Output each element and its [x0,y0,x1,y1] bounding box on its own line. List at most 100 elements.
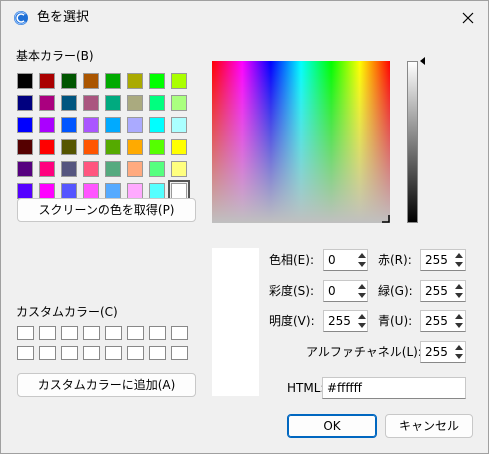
title-bar: 色を選択 [1,1,488,35]
custom-color-swatch[interactable] [105,346,122,360]
basic-color-swatch[interactable] [105,183,121,199]
basic-color-swatch[interactable] [83,161,99,177]
basic-color-swatch[interactable] [17,161,33,177]
spin-arrows-icon [455,284,463,298]
basic-color-swatch[interactable] [17,95,33,111]
pick-screen-color-button[interactable]: スクリーンの色を取得(P) [17,198,196,222]
custom-color-swatch[interactable] [83,346,100,360]
basic-color-swatch[interactable] [168,180,190,202]
custom-color-swatch[interactable] [61,346,78,360]
basic-color-swatch[interactable] [127,139,143,155]
basic-color-swatch[interactable] [105,117,121,133]
basic-color-swatch[interactable] [17,117,33,133]
custom-color-swatch[interactable] [39,326,56,340]
basic-color-swatch[interactable] [127,161,143,177]
red-label: 赤(R): [378,253,412,267]
app-logo-icon [13,10,29,26]
basic-color-swatch[interactable] [105,73,121,89]
custom-colors-grid [17,326,188,360]
alpha-spinner[interactable] [453,342,465,362]
green-spinner[interactable] [453,281,465,301]
custom-color-swatch[interactable] [17,326,34,340]
value-spinner[interactable] [356,311,368,331]
add-custom-color-button[interactable]: カスタムカラーに追加(A) [17,373,196,397]
basic-colors-grid [17,73,190,202]
hue-saturation-picker[interactable] [212,61,390,223]
basic-color-swatch[interactable] [171,95,187,111]
basic-color-swatch[interactable] [39,73,55,89]
basic-color-swatch[interactable] [83,73,99,89]
basic-color-swatch[interactable] [83,139,99,155]
basic-color-swatch[interactable] [171,139,187,155]
color-dialog: 色を選択 基本カラー(B) スクリーンの色を取得(P) カスタムカラー(C) カ… [0,0,489,454]
basic-color-swatch[interactable] [127,183,143,199]
blue-spinner[interactable] [453,311,465,331]
basic-color-swatch[interactable] [61,73,77,89]
basic-color-swatch[interactable] [39,117,55,133]
custom-color-swatch[interactable] [83,326,100,340]
custom-color-swatch[interactable] [17,346,34,360]
custom-color-swatch[interactable] [171,346,188,360]
custom-color-swatch[interactable] [127,346,144,360]
custom-colors-label: カスタムカラー(C) [16,305,118,319]
dialog-title: 色を選択 [37,10,90,25]
basic-color-swatch[interactable] [17,183,33,199]
value-label: 明度(V): [269,314,315,328]
luminance-arrow-icon[interactable] [420,57,425,65]
spin-arrows-icon [358,253,366,267]
basic-color-swatch[interactable] [39,95,55,111]
custom-color-swatch[interactable] [171,326,188,340]
basic-color-swatch[interactable] [171,161,187,177]
green-label: 緑(G): [378,284,413,298]
basic-color-swatch[interactable] [17,139,33,155]
basic-color-swatch[interactable] [127,95,143,111]
basic-color-swatch[interactable] [105,161,121,177]
basic-color-swatch[interactable] [171,117,187,133]
blue-label: 青(U): [378,314,413,328]
luminance-slider[interactable] [407,61,418,223]
hue-spinner[interactable] [356,250,368,270]
basic-color-swatch[interactable] [149,117,165,133]
custom-color-swatch[interactable] [127,326,144,340]
basic-color-swatch[interactable] [83,183,99,199]
spin-arrows-icon [358,314,366,328]
html-input[interactable]: #ffffff [322,377,466,399]
basic-color-swatch[interactable] [61,95,77,111]
basic-color-swatch[interactable] [83,95,99,111]
basic-color-swatch[interactable] [39,161,55,177]
saturation-spinner[interactable] [356,281,368,301]
basic-color-swatch[interactable] [149,139,165,155]
basic-color-swatch[interactable] [171,73,187,89]
basic-color-swatch[interactable] [149,95,165,111]
basic-color-swatch[interactable] [61,139,77,155]
custom-color-swatch[interactable] [149,346,166,360]
close-icon [462,12,474,24]
hue-label: 色相(E): [269,253,314,267]
color-preview [212,248,259,396]
spin-arrows-icon [455,253,463,267]
custom-color-swatch[interactable] [61,326,78,340]
custom-color-swatch[interactable] [105,326,122,340]
basic-color-swatch[interactable] [39,139,55,155]
basic-color-swatch[interactable] [61,117,77,133]
basic-color-swatch[interactable] [83,117,99,133]
basic-color-swatch[interactable] [105,95,121,111]
basic-color-swatch[interactable] [39,183,55,199]
basic-color-swatch[interactable] [127,117,143,133]
basic-color-swatch[interactable] [149,73,165,89]
custom-color-swatch[interactable] [149,326,166,340]
basic-color-swatch[interactable] [61,161,77,177]
close-button[interactable] [449,1,487,35]
basic-color-swatch[interactable] [105,139,121,155]
cancel-button[interactable]: キャンセル [385,414,473,438]
basic-color-swatch[interactable] [127,73,143,89]
basic-color-swatch[interactable] [149,161,165,177]
html-label: HTML: [287,381,325,395]
basic-color-swatch[interactable] [149,183,165,199]
basic-color-swatch[interactable] [61,183,77,199]
custom-color-swatch[interactable] [39,346,56,360]
spin-arrows-icon [358,284,366,298]
ok-button[interactable]: OK [287,414,377,438]
basic-color-swatch[interactable] [17,73,33,89]
red-spinner[interactable] [453,250,465,270]
